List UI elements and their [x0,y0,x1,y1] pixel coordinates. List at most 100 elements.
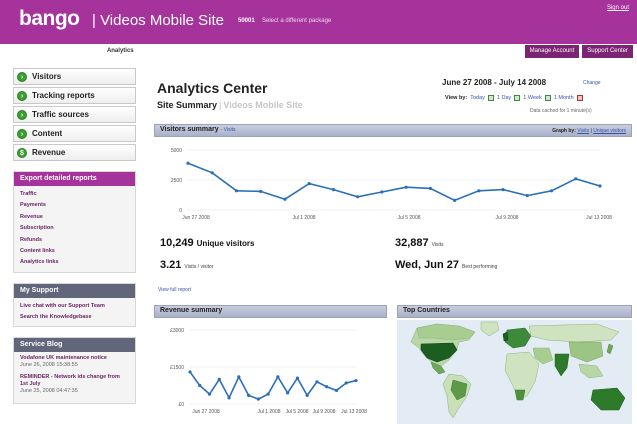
visitors-line-chart: 5000 2500 0Jun 27 2008 Jul 1 2008 Jul 5 2008… [171,148,612,221]
support-center-button[interactable]: Support Center [582,45,633,58]
tab-financials[interactable]: Financials [246,45,281,58]
data-point [234,189,239,193]
data-point [525,194,529,198]
calendar-icon[interactable] [487,95,494,101]
tab-welcome[interactable]: Welcome [18,45,51,58]
graph-by-unique-visitors[interactable]: Unique visitors [593,128,626,134]
top-header: bango | Videos Mobile Site 50001 Select … [0,0,637,44]
sidebar-item-content[interactable]: › Content [13,125,136,142]
export-refunds-link[interactable]: Refunds [20,235,129,246]
export-reports-title: Export detailed reports [14,172,135,186]
tab-search-discovery[interactable]: Search and Discovery [177,45,244,58]
cache-note: Data cached for 1 minute(s) [530,108,592,114]
service-blog-title: Service Blog [14,337,135,352]
series-line [189,371,357,400]
calendar-icon[interactable] [576,95,583,101]
x-tick-label: Jul 13 2008 [341,409,367,415]
tab-properties[interactable]: Properties [140,45,175,58]
region-uk [502,331,509,342]
data-point [331,188,336,192]
select-package-link[interactable]: Select a different package [262,18,331,24]
blog-entry-title[interactable]: REMINDER - Network ids change from 1st J… [20,374,129,388]
support-panel: My Support Live chat with our Support Te… [13,282,136,327]
export-revenue-link[interactable]: Revenue [20,212,129,223]
support-title: My Support [14,283,135,298]
revenue-line-chart: £3000 £1500 £0 Jun 27 2008 Jul 5 2008 Jul 9 2… [170,328,367,415]
x-tick-label: Jul 5 2008 [285,409,308,415]
tab-links-content[interactable]: Links / Content [53,45,101,58]
bango-logo[interactable]: bango [19,7,80,31]
data-point [286,391,290,395]
best-performing-metric: Wed, Jun 27 Best performing [395,259,497,271]
metric-label: Visits [431,242,444,248]
sidebar-item-tracking-reports[interactable]: › Tracking reports [13,87,136,104]
manage-account-button[interactable]: Manage Account [524,45,580,58]
data-point [295,376,300,380]
blog-entry[interactable]: Vodafone UK maintenance notice June 26, … [20,355,129,369]
calendar-icon[interactable] [514,95,521,101]
graph-by-controls: Graph by: Visits | Unique visitors [552,128,626,134]
live-chat-link[interactable]: Live chat with our Support Team [20,301,129,312]
graph-by-visits[interactable]: Visits [577,128,589,134]
metric-label: Unique visitors [196,239,255,248]
data-point [217,377,221,381]
main-tabs: Welcome Links / Content Analytics Proper… [18,45,281,58]
view-by-1-week[interactable]: 1 Week [523,95,542,101]
y-tick-label: 0 [179,208,182,214]
tab-analytics[interactable]: Analytics [102,45,138,58]
export-traffic-link[interactable]: Traffic [20,189,129,200]
change-date-link[interactable]: Change [583,80,601,86]
site-summary-label: Site Summary [157,100,218,110]
graph-by-label: Graph by: [552,128,576,134]
y-tick-label: 2500 [171,178,182,184]
sidebar-item-label: Tracking reports [32,91,95,100]
sidebar: › Visitors › Tracking reports › Traffic … [13,68,136,404]
y-tick-label: 5000 [171,148,182,154]
view-by-1-month[interactable]: 1 Month [554,95,574,101]
view-full-report-link[interactable]: View full report [158,287,191,293]
blog-entry-title[interactable]: Vodafone UK maintenance notice [20,355,129,362]
top-countries-title: Top Countries [403,307,450,314]
export-analytics-links-link[interactable]: Analytics links [20,257,129,268]
export-content-links-link[interactable]: Content links [20,246,129,257]
separator: | [219,100,222,110]
data-point [186,161,190,165]
date-range: June 27 2008 - July 14 2008 [442,78,547,87]
arrow-right-icon: › [17,128,27,139]
sidebar-item-revenue[interactable]: $ Revenue [13,144,136,161]
y-tick-label: £3000 [170,328,184,334]
data-point [356,195,360,199]
blog-entry[interactable]: REMINDER - Network ids change from 1st J… [20,374,129,395]
data-point [256,397,260,401]
account-tabs: Manage Account Support Center [524,45,633,58]
visits-metric: 32,887 Visits [395,237,444,249]
unique-visitors-metric: 10,249 Unique visitors [160,237,254,249]
x-tick-label: Jul 1 2008 [257,409,280,415]
x-tick-label: Jul 13 2008 [586,215,612,221]
export-payments-link[interactable]: Payments [20,200,129,211]
calendar-icon[interactable] [544,95,551,101]
metric-label: Best performing [461,264,498,270]
sidebar-item-label: Traffic sources [32,110,89,119]
series-line [187,162,601,202]
data-point [354,378,358,383]
data-point [501,188,505,192]
x-tick-label: Jul 9 2008 [312,409,335,415]
sign-out-link[interactable]: Sign out [607,5,629,11]
view-by-today[interactable]: Today [470,95,485,101]
visitors-summary-header: Visitors summary - Visits Graph by: Visi… [154,124,632,137]
sidebar-item-visitors[interactable]: › Visitors [13,68,136,85]
visitors-summary-sublabel: - Visits [220,127,236,133]
metric-value: Wed, Jun 27 [395,259,459,271]
sidebar-item-label: Visitors [32,72,62,81]
x-tick-label: Jul 5 2008 [397,215,420,221]
page-title: Analytics Center [157,80,268,96]
data-point [428,186,432,190]
export-subscription-link[interactable]: Subscription [20,223,129,234]
view-by-1-day[interactable]: 1 Day [497,95,511,101]
data-point [207,392,212,396]
sidebar-item-traffic-sources[interactable]: › Traffic sources [13,106,136,123]
world-map[interactable] [397,320,632,424]
data-point [246,393,251,397]
search-knowledgebase-link[interactable]: Search the Knowledgebase [20,312,129,323]
